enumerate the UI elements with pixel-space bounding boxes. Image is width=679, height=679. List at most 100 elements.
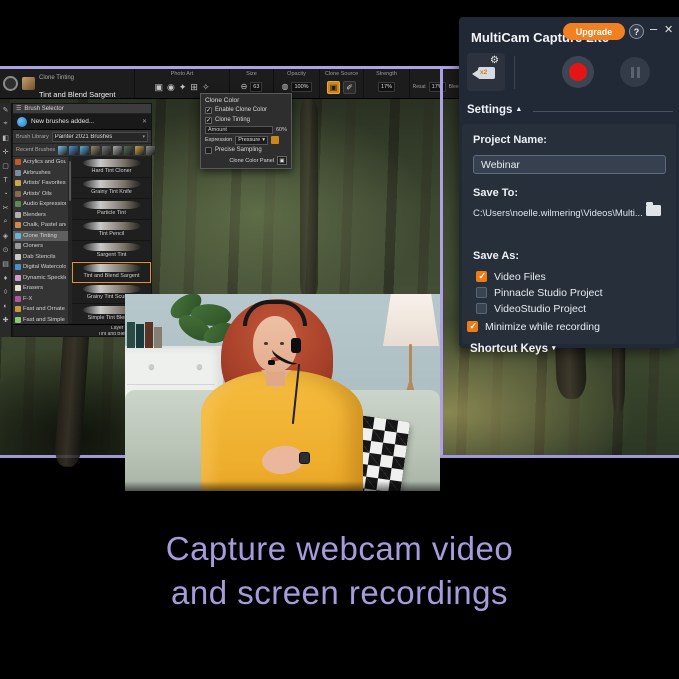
expression-row: Expression Pressure ▾ (205, 135, 287, 145)
recent-brush-thumb[interactable] (58, 146, 67, 155)
brush-category-item[interactable]: Dynamic Speckles (13, 273, 68, 284)
clone-color-panel-button[interactable]: ▣ (277, 156, 287, 165)
category-icon (15, 264, 21, 270)
brush-category-item[interactable]: Digital Watercolor (13, 262, 68, 273)
strength-value[interactable]: 17% (378, 82, 395, 92)
brush-category-item[interactable]: Audio Expression (13, 199, 68, 210)
brush-category-item[interactable]: Airbrushes (13, 168, 68, 179)
recent-brush-thumb[interactable] (124, 146, 133, 155)
panel-menu-icon[interactable]: ☰ (16, 105, 21, 112)
upgrade-button[interactable]: Upgrade (563, 23, 625, 40)
photo-art-auto-icon[interactable]: ▣ (154, 81, 163, 93)
close-icon[interactable]: ✕ (664, 23, 673, 36)
opacity-icon[interactable]: ◍ (281, 82, 288, 92)
brush-category-item[interactable]: Fast and Simple (13, 315, 68, 325)
recent-brush-thumb[interactable] (91, 146, 100, 155)
brush-category-item[interactable]: Erasers (13, 283, 68, 294)
rotate-page-tool[interactable]: ◐ (0, 299, 12, 313)
brush-category-item[interactable]: Artists' Favorites (13, 178, 68, 189)
brush-category-item[interactable]: Blenders (13, 210, 68, 221)
brush-variant-item[interactable]: Hard Tint Cloner (72, 157, 151, 178)
brush-category-item[interactable]: Dab Stencils (13, 252, 68, 263)
pattern-tool[interactable]: ▤ (0, 257, 12, 271)
record-button[interactable] (562, 56, 594, 88)
mirror-tool[interactable]: ◊ (0, 285, 12, 299)
precise-sampling-option[interactable]: Precise Sampling (205, 145, 287, 155)
expression-dropdown[interactable]: Pressure ▾ (235, 136, 268, 145)
recent-brush-thumb[interactable] (69, 146, 78, 155)
minimize-icon[interactable]: – (650, 21, 657, 36)
clone-tinting-option[interactable]: Clone Tinting (205, 115, 287, 125)
brush-category-item[interactable]: Artists' Oils (13, 189, 68, 200)
brush-variant-item[interactable]: Particle Tint (72, 199, 151, 220)
checkbox[interactable] (205, 107, 212, 114)
clone-stamp-button[interactable]: ✐ (343, 81, 356, 94)
enable-clone-color-option[interactable]: Enable Clone Color (205, 105, 287, 115)
brush-selector-summary[interactable]: Clone Tinting Tint and Blend Sargent (0, 69, 135, 98)
checkbox[interactable] (476, 287, 487, 298)
save-as-option[interactable]: Pinnacle Studio Project (476, 286, 603, 299)
category-icon (15, 317, 21, 323)
folder-browse-icon[interactable] (646, 205, 661, 216)
brush-variant-item[interactable]: Sargent Tint (72, 241, 151, 262)
brush-category-item[interactable]: F-X (13, 294, 68, 305)
amount-slider[interactable]: Amount (205, 126, 273, 134)
shortcut-keys-toggle[interactable]: Shortcut Keys▾ (470, 343, 555, 355)
recent-brush-thumb[interactable] (80, 146, 89, 155)
help-icon[interactable]: ? (629, 24, 644, 39)
capture-sources-button[interactable]: ⚙ x2 (467, 53, 505, 91)
brush-category-item[interactable]: Cloners (13, 241, 68, 252)
magnifier-tool[interactable]: ⌕ (0, 215, 12, 229)
photo-art-camera-icon[interactable]: ◉ (167, 81, 175, 93)
clone-source-enabled-button[interactable]: ▣ (327, 81, 340, 94)
recent-brush-thumb[interactable] (135, 146, 144, 155)
brush-category-item[interactable]: Fast and Ornate (13, 304, 68, 315)
minimize-while-recording-option[interactable]: Minimize while recording (467, 320, 600, 333)
new-brushes-notification[interactable]: New brushes added... ✕ (13, 114, 151, 130)
brush-variant-item[interactable]: Tint and Blend Sargent (72, 262, 151, 283)
gradient-tool[interactable]: ♦ (0, 271, 12, 285)
size-value[interactable]: 63 (250, 82, 262, 92)
brush-category-item[interactable]: Clone Tinting (13, 231, 68, 242)
size-minus-icon[interactable]: ⊖ (241, 82, 248, 92)
dropper-tool[interactable]: ⌖ (0, 117, 12, 131)
checkbox[interactable] (467, 321, 478, 332)
save-as-option[interactable]: VideoStudio Project (476, 302, 603, 315)
project-name-input[interactable] (473, 155, 666, 174)
navigation-tool[interactable]: ✚ (0, 313, 12, 327)
save-as-option[interactable]: Video Files (476, 270, 603, 283)
recent-brush-thumb[interactable] (113, 146, 122, 155)
chevron-up-icon: ▲ (515, 106, 522, 113)
notification-close-icon[interactable]: ✕ (142, 118, 147, 125)
pause-button[interactable] (620, 57, 650, 87)
shape-tool[interactable]: ◔ (0, 187, 12, 201)
opacity-value[interactable]: 100% (291, 82, 311, 92)
photo-art-effects-icon[interactable]: ✧ (202, 81, 210, 93)
scissors-tool[interactable]: ✂ (0, 201, 12, 215)
settings-toggle[interactable]: Settings▲ (467, 104, 522, 116)
expression-orange-icon[interactable] (271, 136, 279, 144)
transform-tool[interactable]: ✛ (0, 145, 12, 159)
checkbox[interactable] (476, 303, 487, 314)
lamp-pole (409, 344, 412, 384)
checkbox[interactable] (476, 271, 487, 282)
brush-category-item[interactable]: Chalk, Pastel and Crayons (13, 220, 68, 231)
checkbox[interactable] (205, 147, 212, 154)
resat-value[interactable]: 17% (429, 82, 446, 92)
clone-source-tool[interactable]: ⊙ (0, 243, 12, 257)
recent-brush-thumb[interactable] (146, 146, 155, 155)
brush-variant-item[interactable]: Tint Pencil (72, 220, 151, 241)
photo-art-paint-icon[interactable]: ✦ (179, 81, 187, 93)
rect-select-tool[interactable]: ▢ (0, 159, 12, 173)
recent-brush-thumb[interactable] (102, 146, 111, 155)
layer-adjuster-tool[interactable]: ◈ (0, 229, 12, 243)
brush-library-dropdown[interactable]: Painter 2021 Brushes ▾ (52, 132, 148, 142)
category-icon (15, 306, 21, 312)
brush-category-item[interactable]: Acrylics and Gouache (13, 157, 68, 168)
photo-art-layout-icon[interactable]: ⊞ (190, 81, 198, 93)
checkbox[interactable] (205, 117, 212, 124)
brush-variant-item[interactable]: Grainy Tint Knife (72, 178, 151, 199)
brush-tool[interactable]: ✎ (0, 103, 12, 117)
text-tool[interactable]: T (0, 173, 12, 187)
paint-bucket-tool[interactable]: ◧ (0, 131, 12, 145)
